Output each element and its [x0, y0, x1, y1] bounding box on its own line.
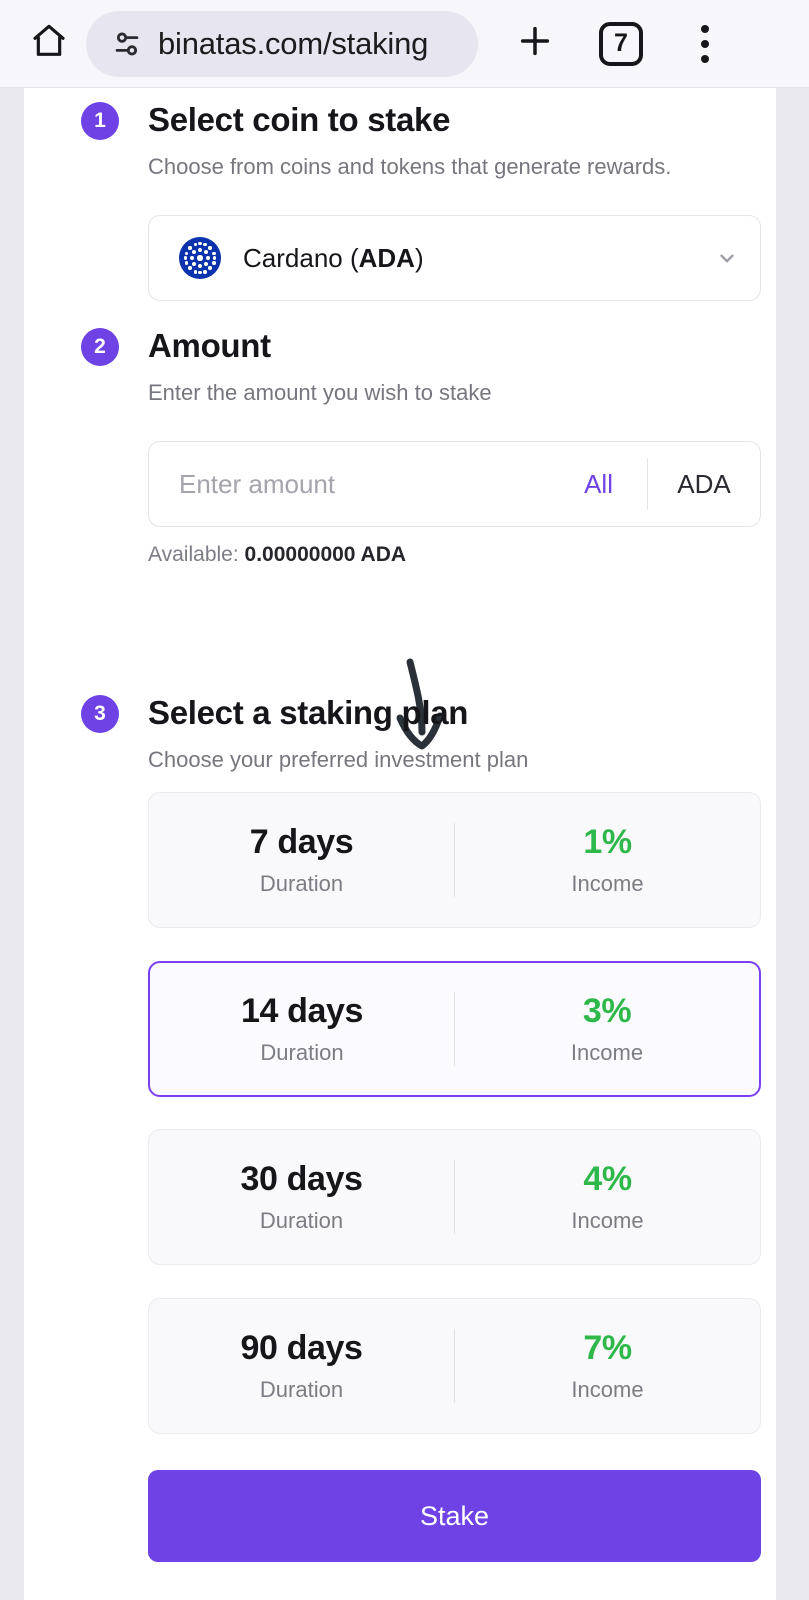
step-3-subtitle: Choose your preferred investment plan — [148, 747, 529, 773]
plan-duration-value: 7 days — [249, 823, 354, 861]
plan-duration-label: Duration — [260, 1040, 344, 1065]
amount-input[interactable] — [149, 442, 551, 526]
step-3-badge: 3 — [81, 695, 119, 733]
plan-income-label: Income — [571, 1377, 644, 1402]
step-1-title: Select coin to stake — [148, 101, 451, 138]
tab-switcher-button[interactable]: 7 — [588, 11, 654, 77]
plus-icon — [515, 21, 555, 66]
plan-duration-group: 14 days Duration — [150, 992, 454, 1066]
plan-duration-label: Duration — [259, 871, 344, 896]
plan-income-value: 7% — [583, 1329, 632, 1367]
plan-income-group: 7% Income — [455, 1329, 760, 1403]
step-3-title: Select a staking plan — [148, 694, 469, 731]
plan-duration-value: 14 days — [241, 992, 363, 1030]
plan-income-value: 1% — [583, 823, 632, 861]
coin-select[interactable]: Cardano (ADA) — [148, 215, 761, 301]
plan-income-label: Income — [571, 1208, 644, 1233]
plan-income-group: 4% Income — [455, 1160, 760, 1234]
new-tab-button[interactable] — [502, 11, 568, 77]
step-1-subtitle: Choose from coins and tokens that genera… — [148, 154, 672, 180]
browser-toolbar: binatas.com/staking 7 — [0, 0, 809, 88]
step-2-title: Amount — [148, 327, 271, 364]
step-select-coin: 1 Select coin to stake Choose from coins… — [24, 101, 776, 302]
plan-income-value: 4% — [583, 1160, 632, 1198]
url-text: binatas.com/staking — [158, 25, 429, 61]
plan-duration-label: Duration — [259, 1208, 344, 1233]
mobile-browser-screen: binatas.com/staking 7 1 Select coin to s… — [0, 0, 809, 1600]
plan-duration-value: 90 days — [240, 1329, 363, 1367]
plan-duration-group: 30 days Duration — [149, 1160, 454, 1234]
step-1-badge: 1 — [81, 102, 119, 140]
coin-name-close: ) — [414, 242, 424, 273]
plan-income-value: 3% — [582, 992, 632, 1030]
staking-card: 1 Select coin to stake Choose from coins… — [24, 88, 776, 1600]
step-amount: 2 Amount Enter the amount you wish to st… — [24, 327, 776, 578]
plan-option-14-days[interactable]: 14 days Duration 3% Income — [148, 961, 761, 1097]
plan-option-90-days[interactable]: 90 days Duration 7% Income — [148, 1298, 761, 1434]
coin-name-text: Cardano ( — [243, 242, 359, 273]
plan-duration-group: 90 days Duration — [149, 1329, 454, 1403]
available-label: Available: — [148, 543, 239, 566]
home-icon — [29, 21, 69, 66]
plan-duration-label: Duration — [259, 1377, 344, 1402]
coin-name: Cardano (ADA) — [243, 243, 424, 274]
step-2-badge: 2 — [81, 328, 119, 366]
plan-duration-value: 30 days — [240, 1160, 363, 1198]
plan-income-group: 3% Income — [455, 992, 759, 1066]
available-balance: Available: 0.00000000 ADA — [148, 543, 406, 567]
home-button[interactable] — [18, 13, 80, 75]
stake-button[interactable]: Stake — [148, 1470, 761, 1562]
cardano-logo-icon — [179, 237, 221, 279]
browser-menu-button[interactable] — [672, 11, 738, 77]
coin-symbol: ADA — [358, 242, 415, 273]
plan-option-7-days[interactable]: 7 days Duration 1% Income — [148, 792, 761, 928]
plan-duration-group: 7 days Duration — [149, 823, 454, 897]
amount-unit: ADA — [677, 468, 731, 499]
plan-option-30-days[interactable]: 30 days Duration 4% Income — [148, 1129, 761, 1265]
step-2-subtitle: Enter the amount you wish to stake — [148, 380, 492, 406]
available-value: 0.00000000 ADA — [244, 543, 407, 566]
plan-income-group: 1% Income — [455, 823, 760, 897]
tune-icon[interactable] — [110, 27, 144, 61]
url-bar[interactable]: binatas.com/staking — [86, 10, 478, 77]
more-vertical-icon — [701, 24, 709, 63]
tab-count-box: 7 — [599, 21, 643, 66]
amount-all-button[interactable]: All — [550, 442, 647, 526]
step-select-plan: 3 Select a staking plan Choose your pref… — [24, 694, 776, 805]
amount-field-wrapper: All ADA — [148, 441, 761, 527]
chevron-down-icon[interactable] — [716, 247, 738, 269]
plan-income-label: Income — [570, 1040, 644, 1065]
plan-income-label: Income — [571, 871, 644, 896]
tab-count: 7 — [614, 29, 628, 57]
web-page: 1 Select coin to stake Choose from coins… — [0, 88, 809, 1600]
